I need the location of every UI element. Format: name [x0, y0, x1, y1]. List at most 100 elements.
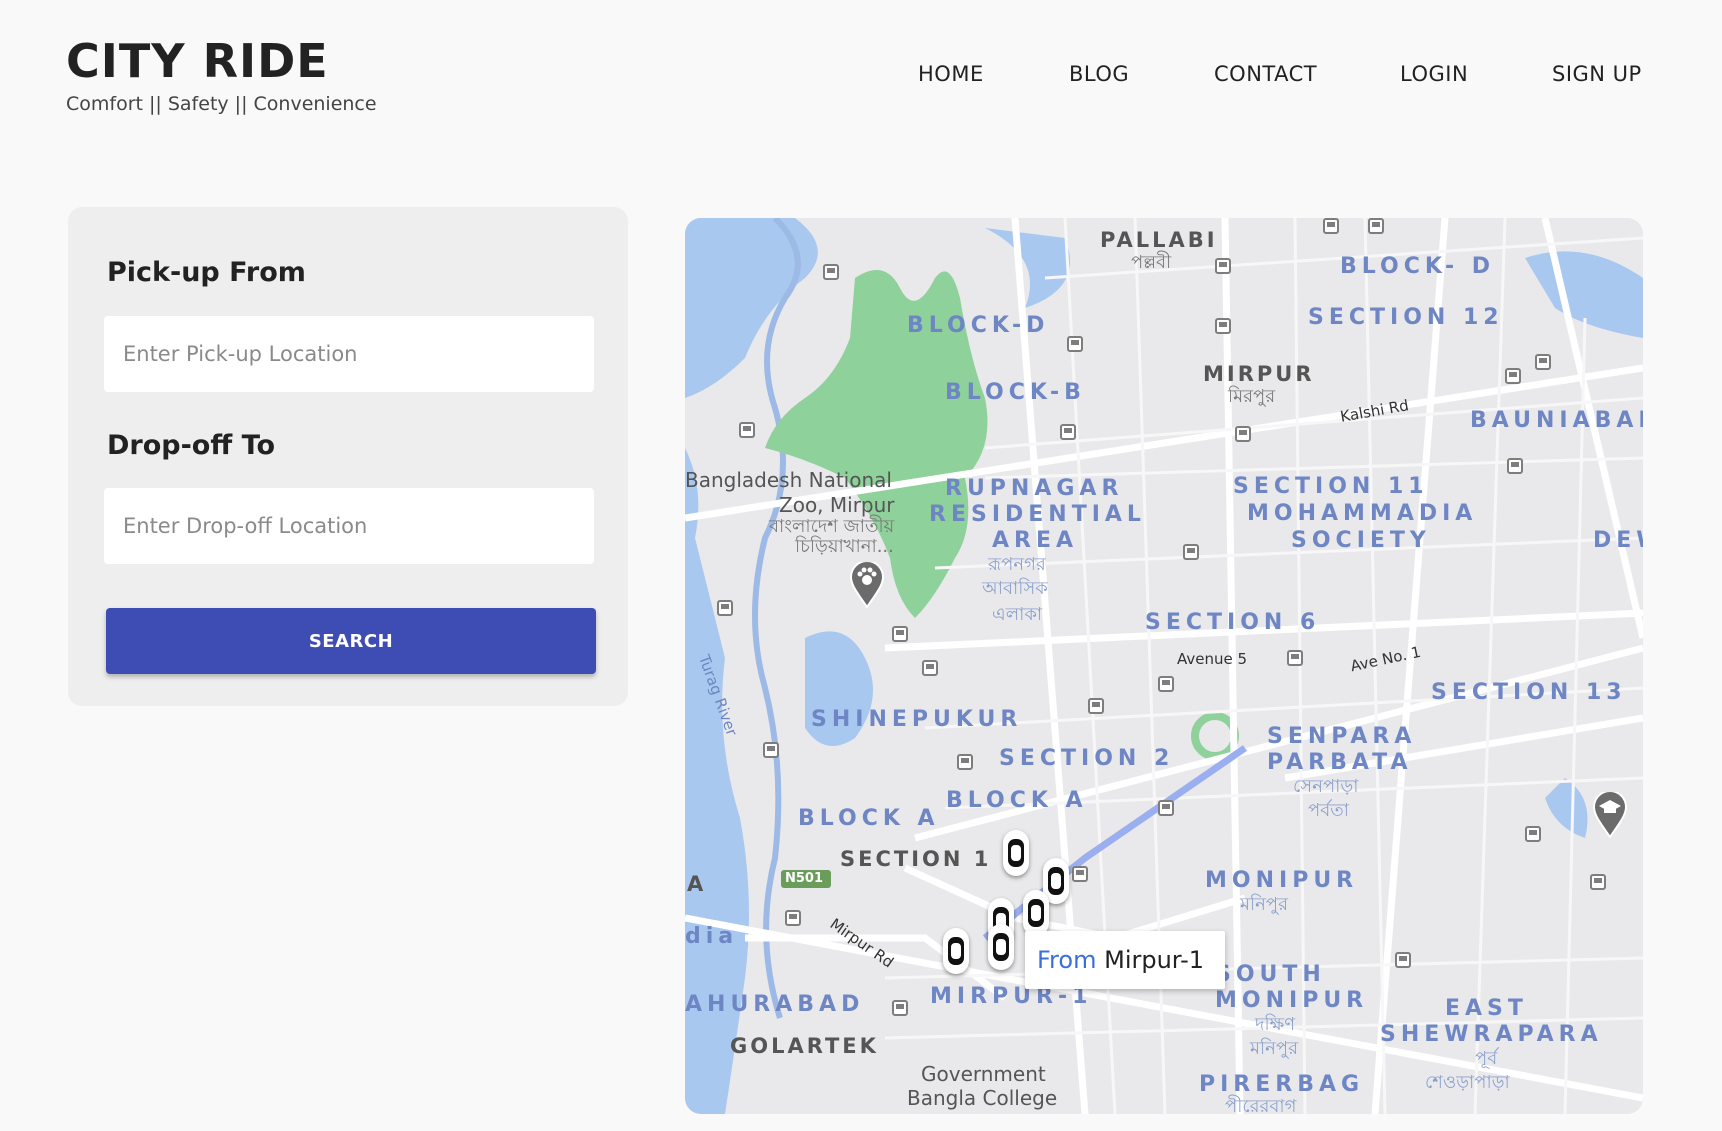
map-label-bauniabad: BAUNIABAD	[1470, 408, 1643, 433]
ride-search-panel: Pick-up From Drop-off To SEARCH	[68, 207, 628, 706]
dropoff-label: Drop-off To	[107, 430, 276, 461]
map-label-section-11: SECTION 11	[1233, 474, 1429, 499]
map-label-rupnagar-bn-3: এলাকা	[992, 604, 1043, 625]
map-label-zoo-bn-1: বাংলাদেশ জাতীয়	[769, 516, 895, 537]
bus-stop-icon[interactable]	[739, 422, 755, 438]
bus-stop-icon[interactable]	[1323, 218, 1339, 234]
map-label-dia: dia	[685, 924, 739, 949]
bus-stop-icon[interactable]	[1507, 458, 1523, 474]
map-label-rupnagar-bn-1: রূপনগর	[988, 554, 1046, 575]
map-label-pallabi: PALLABI	[1100, 228, 1218, 252]
map-label-section-2: SECTION 2	[999, 746, 1175, 771]
bus-stop-icon[interactable]	[1590, 874, 1606, 890]
nav-signup-link[interactable]: SIGN UP	[1552, 62, 1642, 86]
map-label-avenue-5: Avenue 5	[1177, 650, 1248, 668]
map-label-block-d: BLOCK-D	[907, 313, 1050, 338]
map-label-mirpur-1: MIRPUR-1	[930, 984, 1093, 1009]
tooltip-prefix: From	[1037, 946, 1097, 974]
bus-stop-icon[interactable]	[1525, 826, 1541, 842]
map-label-mohammadia-2: SOCIETY	[1291, 528, 1431, 553]
map-label-senpara-bn-2: পর্বতা	[1308, 800, 1349, 821]
bus-stop-icon[interactable]	[1158, 800, 1174, 816]
bus-stop-icon[interactable]	[1158, 676, 1174, 692]
map-label-senpara-1: SENPARA	[1267, 724, 1417, 749]
bus-stop-icon[interactable]	[1505, 368, 1521, 384]
car-icon[interactable]	[943, 928, 969, 974]
nav-contact-link[interactable]: CONTACT	[1214, 62, 1317, 86]
map-label-mohammadia-1: MOHAMMADIA	[1247, 501, 1478, 526]
bus-stop-icon[interactable]	[892, 1000, 908, 1016]
brand-tagline: Comfort || Safety || Convenience	[66, 93, 377, 115]
map-label-block-d-top: BLOCK- D	[1340, 254, 1496, 279]
map-label-section-13: SECTION 13	[1431, 680, 1627, 705]
map-label-south-monipur-1: SOUTH	[1215, 962, 1326, 987]
map-label-rupnagar-3: AREA	[992, 528, 1079, 553]
map-label-pirerbag: PIRERBAG	[1199, 1072, 1365, 1097]
bus-stop-icon[interactable]	[922, 660, 938, 676]
map-label-shinepukur: SHINEPUKUR	[811, 707, 1023, 732]
bus-stop-icon[interactable]	[1368, 218, 1384, 234]
map-label-zoo-2: Zoo, Mirpur	[779, 493, 895, 517]
map-label-n501: N501	[785, 871, 824, 886]
bus-stop-icon[interactable]	[1235, 426, 1251, 442]
zoo-pin-icon[interactable]	[850, 562, 884, 608]
map-label-east-shewrapara-bn-2: শেওড়াপাড়া	[1425, 1072, 1510, 1093]
map-label-pirerbag-bn: পীরেরবাগ	[1225, 1096, 1297, 1115]
bus-stop-icon[interactable]	[763, 742, 779, 758]
map-label-mirpur: MIRPUR	[1203, 362, 1315, 386]
map-label-south-monipur-bn-1: দক্ষিণ	[1255, 1014, 1296, 1035]
map-label-east-shewrapara-2: SHEWRAPARA	[1380, 1022, 1603, 1047]
map-label-rupnagar-1: RUPNAGAR	[945, 476, 1124, 501]
car-icon[interactable]	[988, 924, 1014, 970]
brand-title[interactable]: CITY RIDE	[66, 34, 329, 88]
bus-stop-icon[interactable]	[1215, 318, 1231, 334]
map-label-rupnagar-bn-2: আবাসিক	[982, 578, 1048, 599]
bus-stop-icon[interactable]	[717, 600, 733, 616]
map-label-section-6: SECTION 6	[1145, 610, 1321, 635]
bus-stop-icon[interactable]	[1215, 258, 1231, 274]
bus-stop-icon[interactable]	[1535, 354, 1551, 370]
bus-stop-icon[interactable]	[1072, 866, 1088, 882]
bus-stop-icon[interactable]	[1287, 650, 1303, 666]
map-label-monipur: MONIPUR	[1205, 868, 1359, 893]
pickup-tooltip: From Mirpur-1	[1025, 931, 1225, 989]
map-label-govt-college-2: Bangla College	[907, 1086, 1058, 1110]
school-pin-icon[interactable]	[1593, 792, 1627, 838]
map-label-block-a-mid: BLOCK A	[946, 788, 1088, 813]
bus-stop-icon[interactable]	[1088, 698, 1104, 714]
map-label-block-a-left: BLOCK A	[798, 806, 940, 831]
map-label-ahurabad: AHURABAD	[685, 992, 865, 1017]
bus-stop-icon[interactable]	[1060, 424, 1076, 440]
map-view[interactable]: PALLABI পল্লবী BLOCK- D SECTION 12 BLOCK…	[685, 218, 1643, 1114]
map-label-a: A	[687, 872, 707, 896]
map-label-east-shewrapara-1: EAST	[1445, 996, 1528, 1021]
car-icon[interactable]	[1003, 830, 1029, 876]
dropoff-input[interactable]	[104, 488, 594, 564]
bus-stop-icon[interactable]	[823, 264, 839, 280]
site-header: CITY RIDE Comfort || Safety || Convenien…	[0, 0, 1722, 140]
nav-home-link[interactable]: HOME	[918, 62, 984, 86]
map-label-section-1: SECTION 1	[840, 847, 992, 871]
map-label-senpara-2: PARBATA	[1267, 750, 1413, 775]
tooltip-place: Mirpur-1	[1104, 946, 1205, 974]
nav-blog-link[interactable]: BLOG	[1069, 62, 1129, 86]
pickup-label: Pick-up From	[107, 257, 306, 288]
map-label-block-b: BLOCK-B	[945, 380, 1086, 405]
search-button[interactable]: SEARCH	[106, 608, 596, 674]
car-icon[interactable]	[1023, 890, 1049, 936]
nav-login-link[interactable]: LOGIN	[1400, 62, 1468, 86]
map-label-dew: DEW	[1593, 528, 1643, 553]
map-label-south-monipur-bn-2: মনিপুর	[1250, 1038, 1299, 1059]
map-label-senpara-bn-1: সেনপাড়া	[1293, 776, 1359, 797]
map-label-mirpur-bn: মিরপুর	[1228, 386, 1276, 407]
bus-stop-icon[interactable]	[1183, 544, 1199, 560]
bus-stop-icon[interactable]	[1067, 336, 1083, 352]
map-label-south-monipur-2: MONIPUR	[1215, 988, 1369, 1013]
bus-stop-icon[interactable]	[785, 910, 801, 926]
bus-stop-icon[interactable]	[1395, 952, 1411, 968]
bus-stop-icon[interactable]	[892, 626, 908, 642]
map-label-golartek: GOLARTEK	[730, 1034, 879, 1058]
map-label-zoo-1: Bangladesh National	[685, 468, 892, 492]
pickup-input[interactable]	[104, 316, 594, 392]
bus-stop-icon[interactable]	[957, 754, 973, 770]
